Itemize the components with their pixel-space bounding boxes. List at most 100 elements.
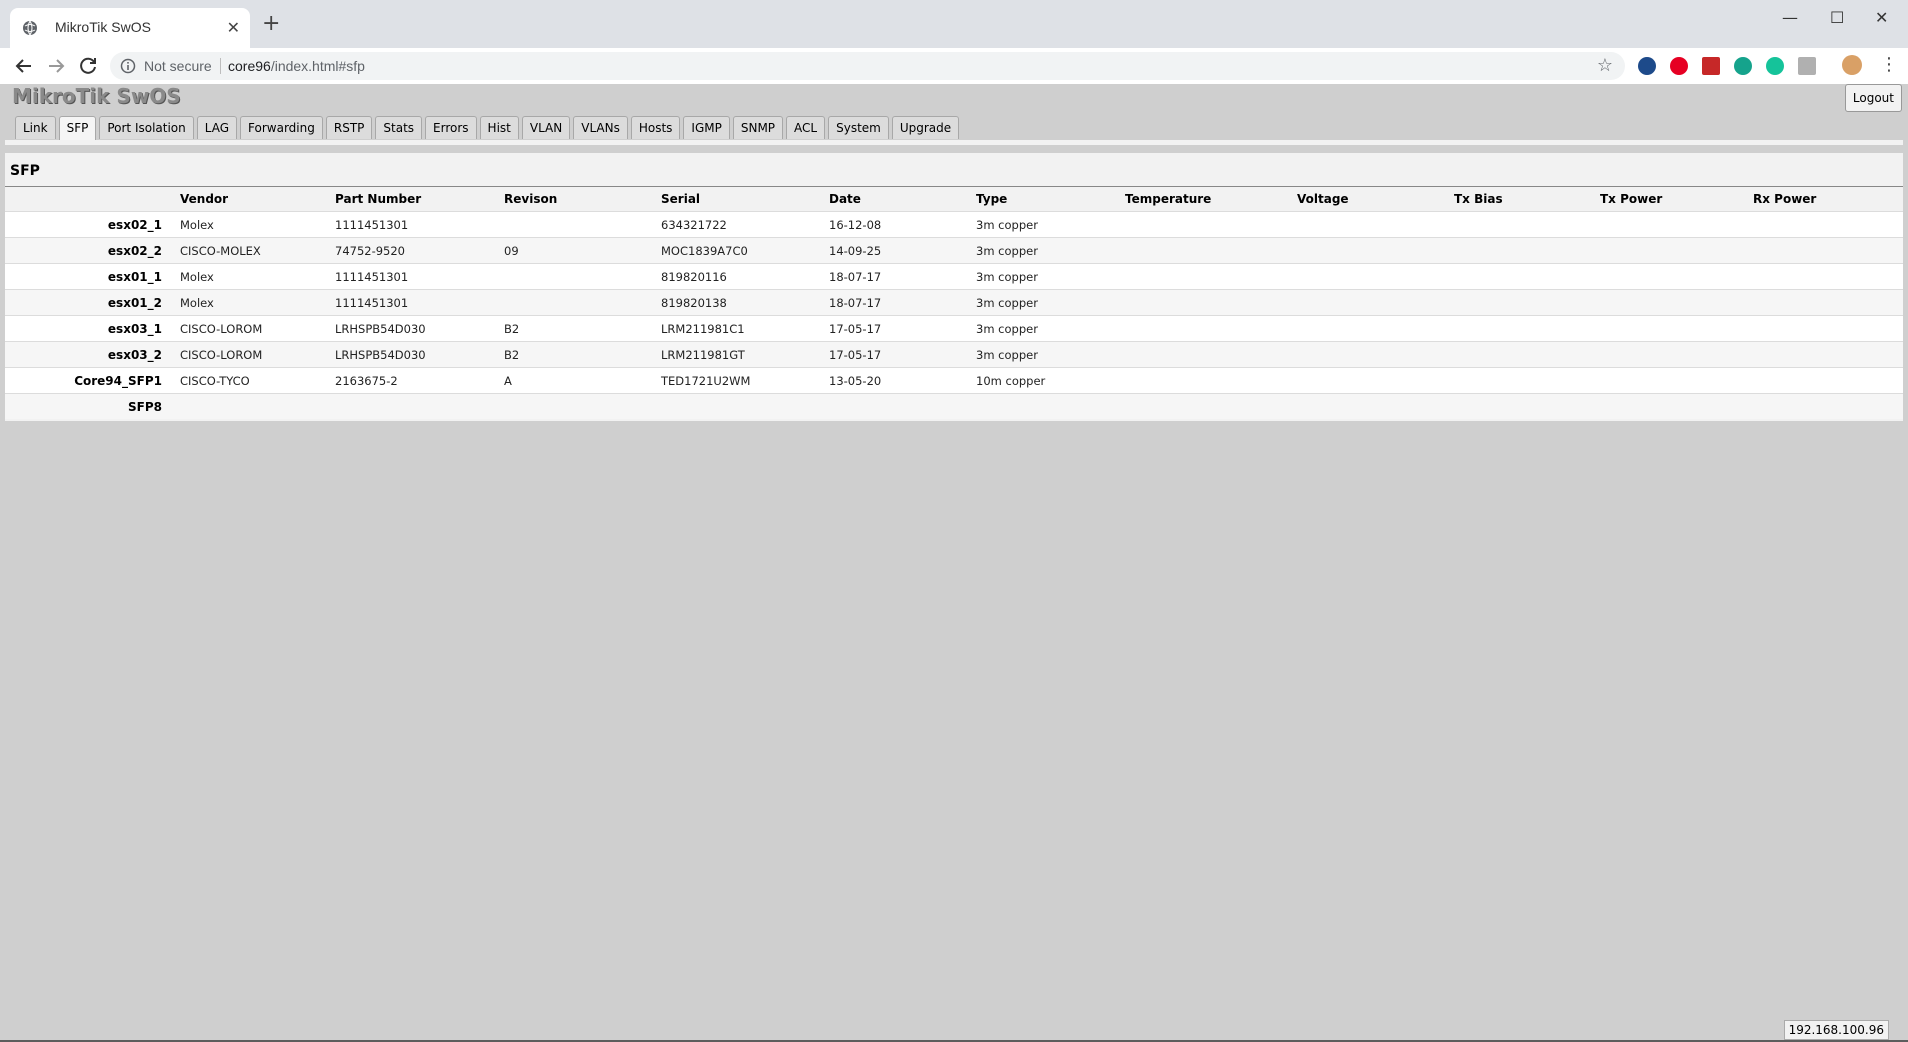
cell-empty <box>1753 237 1903 264</box>
cell-empty <box>1297 237 1454 264</box>
port-name: SFP8 <box>5 393 180 419</box>
port-name: esx03_2 <box>5 341 180 368</box>
tab-vlans[interactable]: VLANs <box>573 116 628 139</box>
port-name: esx02_2 <box>5 237 180 264</box>
tab-errors[interactable]: Errors <box>425 116 477 139</box>
cell-empty <box>1454 393 1600 419</box>
column-header: Vendor <box>180 192 229 206</box>
cell-empty <box>1600 367 1753 394</box>
tab-stats[interactable]: Stats <box>375 116 423 139</box>
tab-link[interactable]: Link <box>15 116 56 139</box>
cell-empty <box>1297 341 1454 368</box>
bookmark-star-icon[interactable]: ☆ <box>1597 55 1613 76</box>
column-header: Tx Bias <box>1454 192 1503 206</box>
cell-part-number: 1111451301 <box>335 211 504 238</box>
cell-part-number: LRHSPB54D030 <box>335 315 504 342</box>
cell-date: 17-05-17 <box>829 315 976 342</box>
cell-type: 3m copper <box>976 263 1125 290</box>
cell-vendor: CISCO-LOROM <box>180 315 335 342</box>
address-divider <box>220 58 221 74</box>
table-row: esx02_1 Molex 1111451301 634321722 16-12-08 3… <box>5 211 1903 238</box>
cell-vendor: Molex <box>180 263 335 290</box>
column-header <box>5 187 180 212</box>
cell-empty <box>1125 393 1297 419</box>
ipvanish-icon[interactable] <box>1638 57 1656 75</box>
cell-type: 3m copper <box>976 211 1125 238</box>
tab-hist[interactable]: Hist <box>479 116 519 139</box>
cell-empty <box>1297 263 1454 290</box>
column-header: Date <box>829 192 861 206</box>
table-header: Vendor Part Number Revison Serial Date Type Te… <box>5 187 1903 212</box>
column-header: Type <box>976 192 1008 206</box>
browser-tab[interactable]: MikroTik SwOS ✕ <box>10 8 250 48</box>
port-name: esx02_1 <box>5 211 180 238</box>
table-row: esx02_2 CISCO-MOLEX 74752-9520 09 MOC1839A7C… <box>5 237 1903 264</box>
maximize-icon[interactable]: ☐ <box>1830 8 1844 27</box>
swos-page: MikroTik SwOS Logout Link SFP Port Isolati… <box>0 84 1908 1042</box>
cell-empty <box>1454 367 1600 394</box>
tab-vlan[interactable]: VLAN <box>521 116 571 139</box>
cell-serial: 819820116 <box>661 263 829 290</box>
cell-revision <box>504 393 661 419</box>
cell-empty <box>1454 211 1600 238</box>
grammarly-like-icon[interactable] <box>1734 57 1752 75</box>
cell-empty <box>1454 289 1600 316</box>
cell-part-number: 1111451301 <box>335 289 504 316</box>
table-row: esx01_1 Molex 1111451301 819820116 18-07-17 3… <box>5 263 1903 290</box>
tab-lag[interactable]: LAG <box>196 116 238 139</box>
globe-icon <box>23 20 37 36</box>
reload-icon[interactable] <box>76 54 100 78</box>
tab-upgrade[interactable]: Upgrade <box>891 116 960 139</box>
url-host: core96 <box>228 58 271 74</box>
avatar[interactable] <box>1842 55 1862 75</box>
cell-empty <box>1600 315 1753 342</box>
cell-empty <box>1454 237 1600 264</box>
cell-revision: 09 <box>504 237 661 264</box>
url-text[interactable]: core96/index.html#sfp <box>228 58 365 74</box>
tab-igmp[interactable]: IGMP <box>683 116 730 139</box>
close-tab-icon[interactable]: ✕ <box>227 18 240 37</box>
grammarly-icon[interactable] <box>1766 57 1784 75</box>
minimize-icon[interactable]: — <box>1782 8 1798 27</box>
cell-vendor: Molex <box>180 289 335 316</box>
cell-date <box>829 393 976 419</box>
address-bar[interactable]: Not secure core96/index.html#sfp ☆ <box>110 52 1625 80</box>
window-close-icon[interactable]: ✕ <box>1875 8 1888 27</box>
forward-icon[interactable] <box>44 54 68 78</box>
port-name: esx01_2 <box>5 289 180 316</box>
tab-acl[interactable]: ACL <box>786 116 826 139</box>
cell-date: 14-09-25 <box>829 237 976 264</box>
back-icon[interactable] <box>12 54 36 78</box>
logout-button[interactable]: Logout <box>1844 84 1902 112</box>
tab-sfp[interactable]: SFP <box>58 116 97 141</box>
mail-icon[interactable] <box>1702 57 1720 75</box>
url-path: /index.html#sfp <box>270 58 365 74</box>
cell-empty <box>1125 341 1297 368</box>
cell-type: 3m copper <box>976 289 1125 316</box>
info-icon[interactable] <box>120 58 136 74</box>
cell-date: 17-05-17 <box>829 341 976 368</box>
cell-part-number: 1111451301 <box>335 263 504 290</box>
pinterest-icon[interactable] <box>1670 57 1688 75</box>
browser-titlebar: MikroTik SwOS ✕ + — ☐ ✕ <box>0 0 1908 48</box>
cell-empty <box>1125 211 1297 238</box>
cell-empty <box>1297 289 1454 316</box>
tab-forwarding[interactable]: Forwarding <box>240 116 323 139</box>
new-tab-icon[interactable]: + <box>262 12 280 36</box>
tab-hosts[interactable]: Hosts <box>630 116 681 139</box>
cell-empty <box>1454 341 1600 368</box>
cell-empty <box>1600 211 1753 238</box>
cell-type: 3m copper <box>976 341 1125 368</box>
tab-system[interactable]: System <box>828 116 889 139</box>
pdf-icon[interactable] <box>1798 57 1816 75</box>
cell-serial: MOC1839A7C0 <box>661 237 829 264</box>
menu-kebab-icon[interactable]: ⋮ <box>1880 54 1898 75</box>
tab-rstp[interactable]: RSTP <box>325 116 373 139</box>
cell-serial: 634321722 <box>661 211 829 238</box>
tab-port-isolation[interactable]: Port Isolation <box>99 116 194 139</box>
port-name: esx03_1 <box>5 315 180 342</box>
section-title: SFP <box>10 163 40 179</box>
cell-revision <box>504 263 661 290</box>
cell-empty <box>1600 237 1753 264</box>
tab-snmp[interactable]: SNMP <box>732 116 784 139</box>
